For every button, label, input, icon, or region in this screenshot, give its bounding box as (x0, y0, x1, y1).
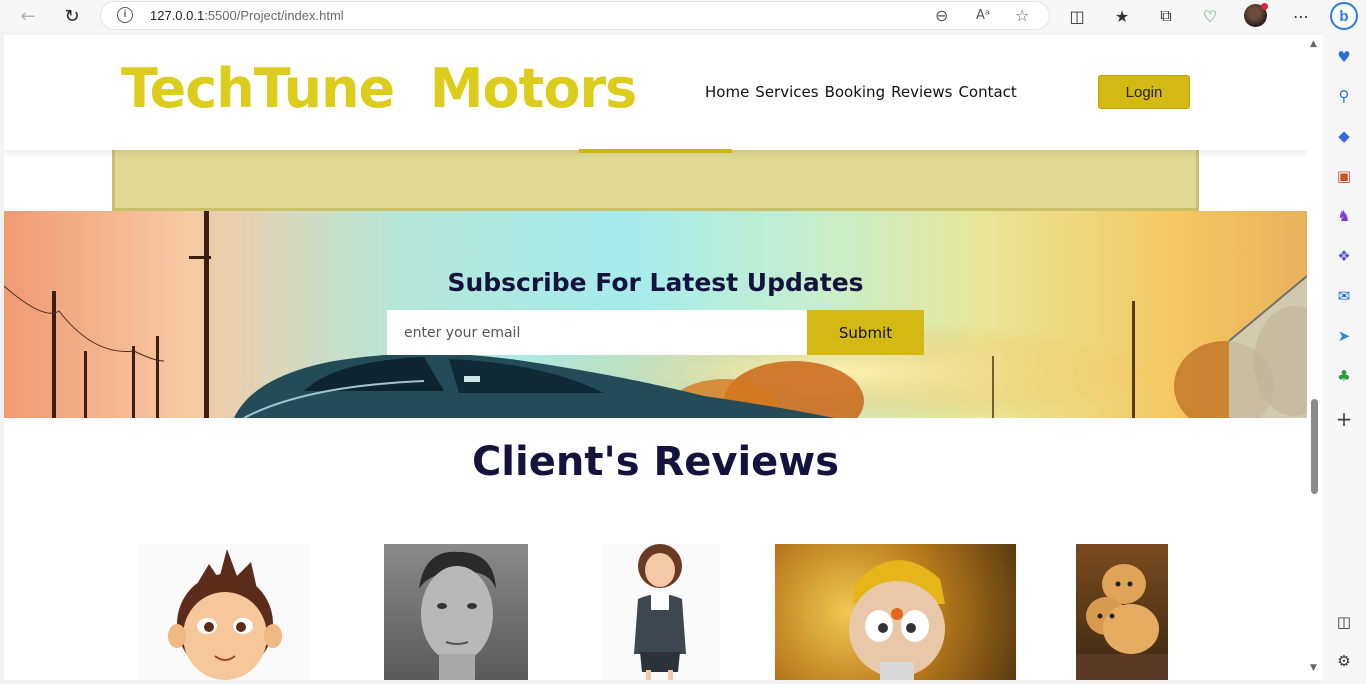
copilot-app-icon[interactable]: ❖ (1334, 246, 1354, 266)
shopping-tag-icon[interactable]: ◆ (1334, 126, 1354, 146)
site-header: TechTune Motors Home Services Booking Re… (4, 35, 1307, 150)
reviews-title: Client's Reviews (471, 439, 840, 485)
login-button[interactable]: Login (1098, 75, 1190, 109)
collections-icon[interactable]: ⧉ (1155, 5, 1177, 27)
subscribe-banner: Subscribe For Latest Updates Submit (4, 211, 1307, 418)
profile-avatar[interactable] (1244, 3, 1268, 27)
copilot-icon[interactable]: b (1330, 2, 1358, 30)
scroll-down-icon[interactable]: ▼ (1310, 663, 1317, 673)
scroll-up-icon[interactable]: ▲ (1310, 39, 1317, 49)
back-icon[interactable]: ← (15, 4, 41, 28)
main-nav: Home Services Booking Reviews Contact (705, 83, 1017, 101)
page-viewport: TechTune Motors Home Services Booking Re… (4, 35, 1307, 680)
nav-reviews[interactable]: Reviews (891, 83, 952, 101)
page-scrollbar[interactable]: ▲ ▼ (1307, 35, 1323, 680)
nav-booking[interactable]: Booking (825, 83, 886, 101)
nav-home[interactable]: Home (705, 83, 749, 101)
favorite-star-icon[interactable]: ☆ (1015, 6, 1029, 25)
review-avatar-man-photo (384, 544, 528, 680)
scroll-thumb[interactable] (1311, 399, 1318, 494)
add-icon[interactable]: + (1334, 407, 1354, 431)
split-screen-icon[interactable]: ◫ (1066, 5, 1088, 27)
address-bar[interactable]: i 127.0.0.1:5500/Project/index.html ⊖ Aᵃ… (100, 1, 1050, 30)
send-icon[interactable]: ➤ (1334, 326, 1354, 346)
zoom-out-icon[interactable]: ⊖ (935, 6, 948, 25)
brand-logo[interactable]: TechTune Motors (121, 57, 637, 120)
settings-gear-icon[interactable]: ⚙ (1334, 651, 1354, 671)
review-avatar-cartoon-boy (139, 544, 311, 680)
review-avatar-puppies (1076, 544, 1168, 680)
search-icon[interactable]: ⚲ (1334, 86, 1354, 106)
email-input[interactable] (387, 310, 807, 355)
review-avatar-cartoon-kid-cap (775, 544, 1016, 680)
notifications-icon[interactable]: ♥ (1334, 47, 1354, 67)
outlook-icon[interactable]: ✉ (1334, 286, 1354, 306)
favorites-icon[interactable]: ★ (1111, 5, 1133, 27)
subscribe-title: Subscribe For Latest Updates (447, 268, 864, 297)
tree-icon[interactable]: ♣ (1334, 366, 1354, 386)
review-avatar-businesswoman (602, 544, 720, 680)
edge-sidebar: ♥ ⚲ ◆ ▣ ♞ ❖ ✉ ➤ ♣ + ◫ ⚙ (1323, 32, 1366, 684)
games-icon[interactable]: ♞ (1334, 206, 1354, 226)
nav-services[interactable]: Services (755, 83, 818, 101)
browser-toolbar: ← ↻ i 127.0.0.1:5500/Project/index.html … (0, 0, 1366, 32)
refresh-icon[interactable]: ↻ (59, 4, 85, 28)
site-info-icon[interactable]: i (117, 7, 133, 23)
read-aloud-icon[interactable]: Aᵃ (976, 8, 990, 23)
submit-button[interactable]: Submit (807, 310, 924, 355)
more-menu-icon[interactable]: ⋯ (1290, 5, 1312, 27)
sidebar-panel-icon[interactable]: ◫ (1334, 612, 1354, 632)
tools-icon[interactable]: ▣ (1334, 166, 1354, 186)
nav-contact[interactable]: Contact (958, 83, 1016, 101)
browser-essentials-icon[interactable]: ♡ (1199, 5, 1221, 27)
url-text: 127.0.0.1:5500/Project/index.html (150, 8, 344, 23)
section-underline (579, 149, 732, 153)
